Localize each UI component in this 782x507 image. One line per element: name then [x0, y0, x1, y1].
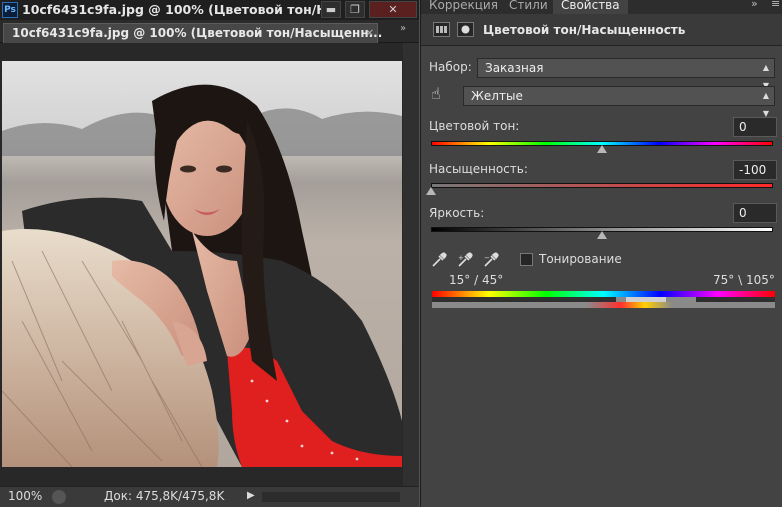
panel-menu-icon[interactable]: ≡	[771, 0, 780, 10]
status-menu-arrow-icon[interactable]: ▶	[247, 490, 255, 501]
eyedropper-icon[interactable]	[431, 252, 447, 272]
document-size-info: Док: 475,8K/475,8K	[104, 489, 225, 503]
panel-header: Цветовой тон/Насыщенность	[421, 14, 782, 46]
status-bar: 100% Док: 475,8K/475,8K ▶	[0, 486, 419, 507]
hue-slider-thumb[interactable]	[597, 145, 607, 153]
saturation-label: Насыщенность:	[429, 162, 528, 176]
document-tab-label: 10cf6431c9fa.jpg @ 100% (Цветовой тон/На…	[12, 26, 383, 40]
window-titlebar[interactable]: Ps 10cf6431c9fa.jpg @ 100% (Цветовой тон…	[0, 0, 419, 20]
hue-label: Цветовой тон:	[429, 119, 520, 133]
on-image-adjust-hand-icon[interactable]: ☝	[431, 84, 441, 103]
eyedropper-subtract-icon[interactable]: −	[483, 252, 499, 272]
preset-select[interactable]: Заказная ▲▼	[477, 58, 775, 90]
properties-panel: Коррекция Стили Свойства » ≡ Цветовой то…	[420, 0, 782, 507]
zoom-icon[interactable]	[52, 490, 66, 504]
photo-illustration	[2, 61, 402, 467]
panel-title: Цветовой тон/Насыщенность	[483, 23, 686, 37]
panel-tab-bar: Коррекция Стили Свойства » ≡	[421, 0, 782, 14]
range-right-degrees: 75° \ 105°	[713, 273, 775, 287]
tab-close-icon[interactable]: ×	[365, 26, 374, 39]
svg-text:+: +	[458, 254, 464, 262]
colorize-checkbox[interactable]	[520, 253, 533, 266]
tab-properties[interactable]: Свойства	[553, 0, 628, 14]
tab-overflow-icon[interactable]: »	[400, 23, 406, 34]
lightness-input[interactable]: 0	[733, 203, 777, 223]
channel-select-value: Желтые	[471, 89, 523, 103]
saturation-slider-thumb[interactable]	[426, 187, 436, 195]
lightness-label: Яркость:	[429, 206, 485, 220]
tab-styles[interactable]: Стили	[509, 0, 548, 12]
preset-label: Набор:	[429, 60, 472, 74]
eyedropper-add-icon[interactable]: +	[457, 252, 473, 272]
horizontal-scrollbar[interactable]	[262, 492, 400, 502]
maximize-button[interactable]: ❐	[345, 1, 365, 18]
photoshop-app-icon: Ps	[2, 2, 18, 18]
lightness-slider-thumb[interactable]	[597, 231, 607, 239]
hue-input[interactable]: 0	[733, 117, 777, 137]
document-photo[interactable]	[2, 61, 402, 467]
saturation-input[interactable]: -100	[733, 160, 777, 180]
window-title: 10cf6431c9fa.jpg @ 100% (Цветовой тон/Н.…	[22, 2, 341, 17]
tab-adjustments[interactable]: Коррекция	[429, 0, 498, 12]
adjustment-layer-icon	[433, 22, 450, 37]
colorize-label: Тонирование	[539, 252, 622, 266]
document-tab[interactable]: 10cf6431c9fa.jpg @ 100% (Цветовой тон/На…	[3, 23, 382, 43]
range-left-degrees: 15° / 45°	[449, 273, 504, 287]
minimize-button[interactable]: ▬	[321, 1, 341, 18]
document-tab-bar: 10cf6431c9fa.jpg @ 100% (Цветовой тон/На…	[0, 20, 419, 43]
svg-text:−: −	[484, 254, 490, 262]
channel-select[interactable]: Желтые ▲ ▼	[463, 86, 775, 118]
layer-mask-icon[interactable]	[457, 22, 474, 37]
vertical-scrollbar[interactable]	[403, 43, 419, 486]
close-window-button[interactable]: ✕	[369, 1, 417, 18]
document-window: Ps 10cf6431c9fa.jpg @ 100% (Цветовой тон…	[0, 0, 419, 507]
saturation-slider-track[interactable]	[431, 183, 773, 188]
preset-select-value: Заказная	[485, 61, 544, 75]
zoom-level[interactable]: 100%	[8, 489, 42, 503]
hue-result-bar-bottom	[432, 302, 775, 308]
panel-collapse-icon[interactable]: »	[751, 0, 758, 10]
